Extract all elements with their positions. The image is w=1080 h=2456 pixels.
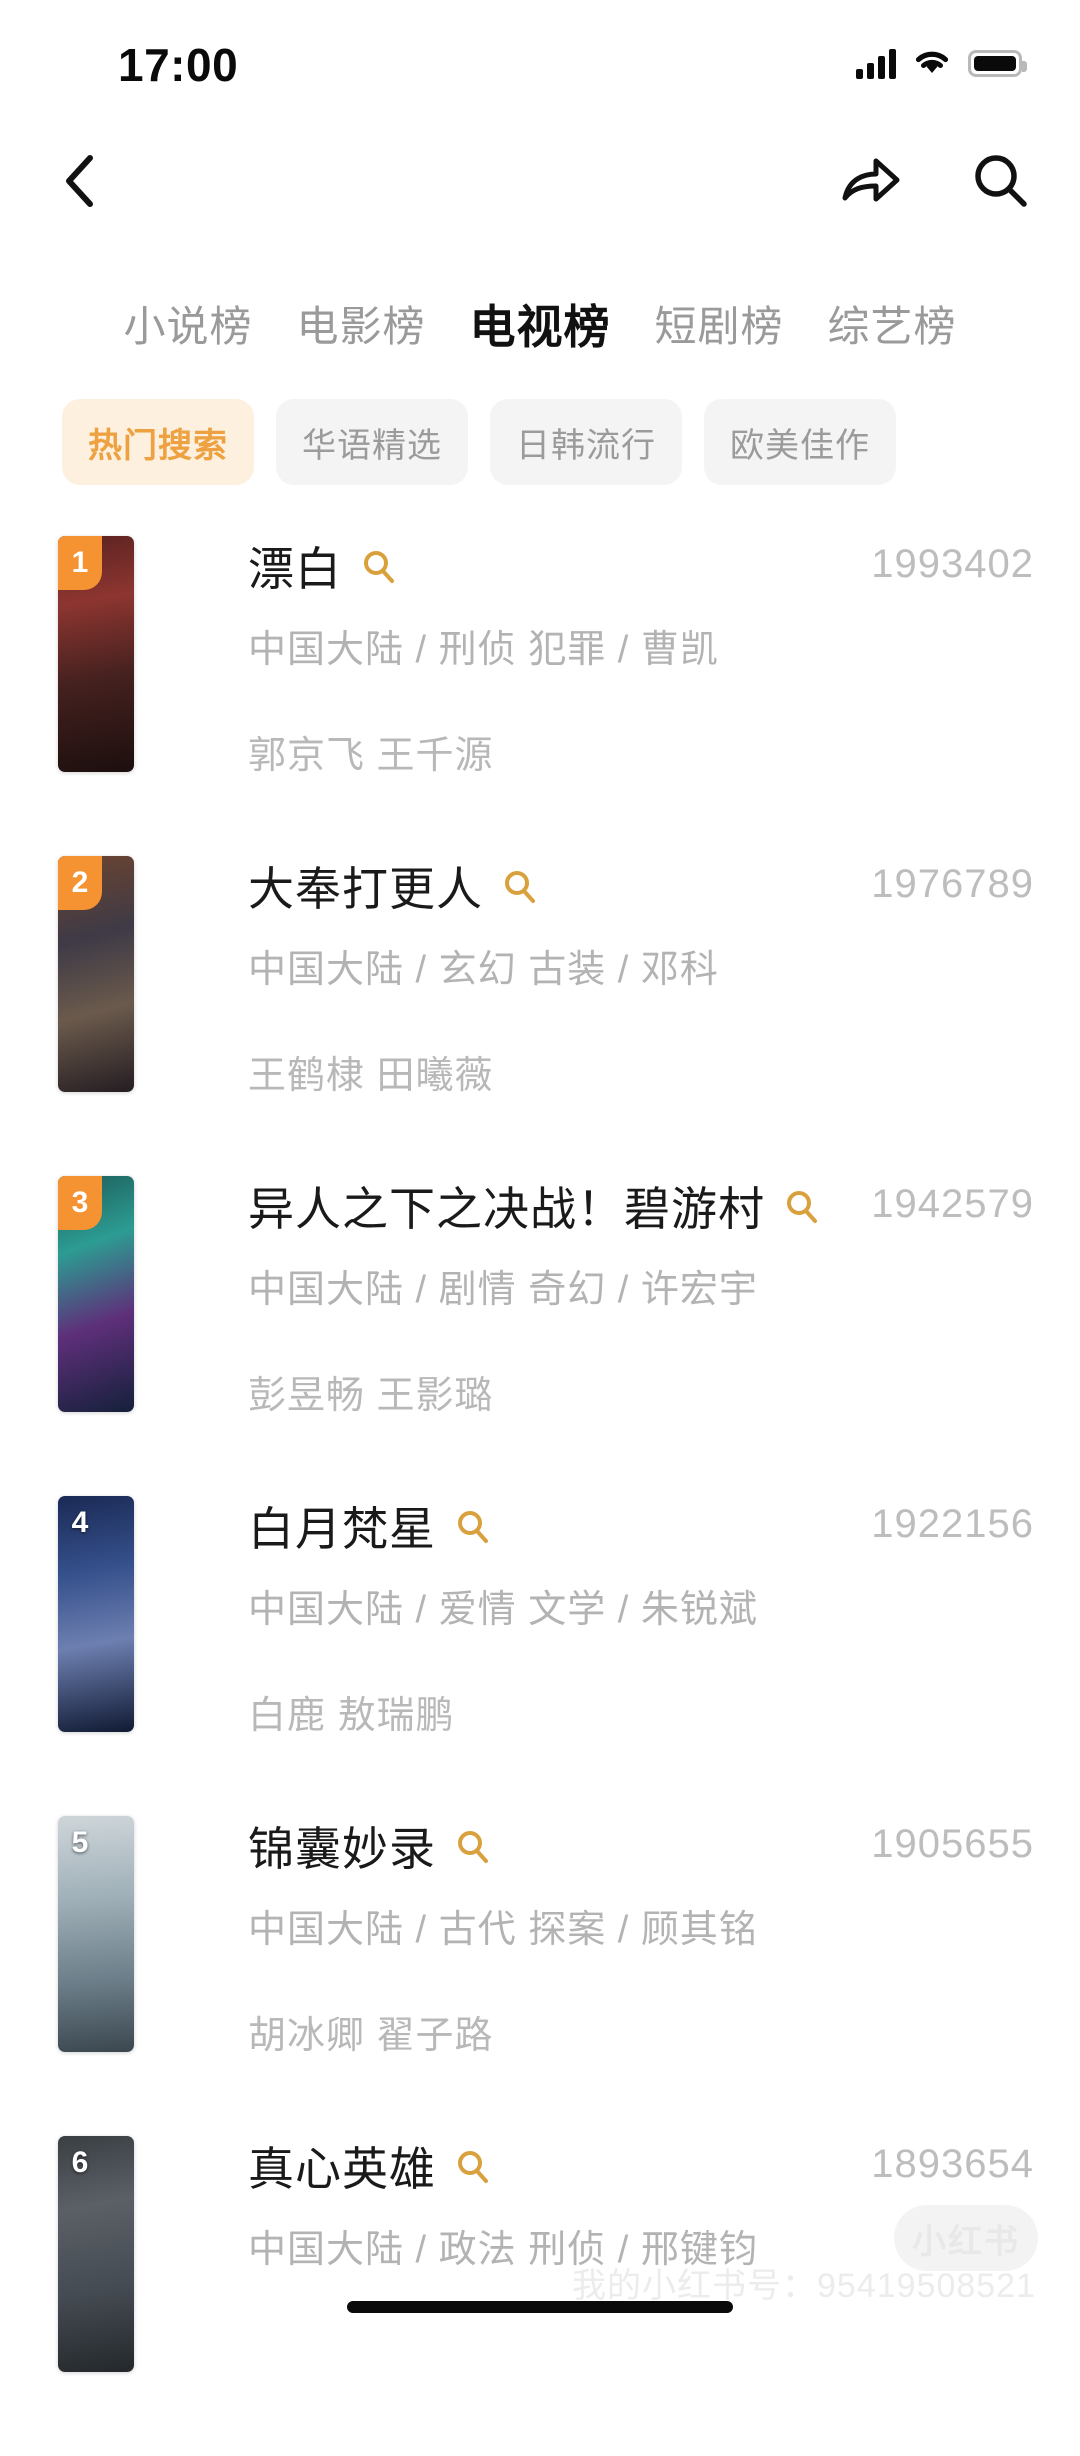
item-cast: 胡冰卿 翟子路	[248, 2015, 494, 2057]
filter-chip-2[interactable]: 华语精选	[276, 399, 468, 485]
tab-1[interactable]: 小说榜	[123, 306, 252, 348]
battery-full-icon	[968, 50, 1027, 77]
item-details: 大奉打更人中国大陆 / 玄幻 古装 / 邓科 王鹤棣 田曦薇 1976789	[248, 856, 1080, 1097]
item-title[interactable]: 锦囊妙录	[248, 1826, 436, 1872]
item-tags: 中国大陆 / 玄幻 古装 / 邓科	[248, 949, 719, 991]
back-button[interactable]	[44, 148, 114, 218]
item-title[interactable]: 白月梵星	[248, 1506, 436, 1552]
rank-badge: 1	[58, 536, 102, 590]
status-bar: 17:00	[0, 0, 1080, 120]
item-heat-count: 1893654	[871, 2142, 1034, 2186]
poster-thumbnail[interactable]: 3	[58, 1176, 134, 1412]
top-navigation-bar	[0, 130, 1080, 240]
item-title[interactable]: 真心英雄	[248, 2146, 436, 2192]
item-tags: 中国大陆 / 爱情 文学 / 朱锐斌	[248, 1589, 758, 1631]
search-icon[interactable]	[501, 868, 539, 911]
item-cast: 彭昱畅 王影璐	[248, 1375, 494, 1417]
search-icon[interactable]	[454, 1828, 492, 1871]
item-details: 真心英雄 中国大陆 / 政法 刑侦 / 邢键钧 1893654	[248, 2136, 1080, 2271]
search-icon[interactable]	[454, 1508, 492, 1551]
item-details: 白月梵星中国大陆 / 爱情 文学 / 朱锐斌 白鹿 敖瑞鹏 1922156	[248, 1496, 1080, 1737]
search-button[interactable]	[966, 148, 1036, 218]
rank-badge: 5	[71, 1826, 89, 1859]
filter-chip-1[interactable]: 热门搜索	[62, 399, 254, 485]
ranking-list-item[interactable]: 3 异人之下之决战！碧游村中国大陆 / 剧情 奇幻 / 许宏宇 彭昱畅 王影璐 194…	[0, 1176, 1080, 1496]
chevron-left-icon	[60, 153, 98, 214]
filter-chip-row: 热门搜索 华语精选 日韩流行 欧美佳作	[62, 398, 1022, 486]
status-bar-indicators	[856, 46, 1027, 81]
item-heat-count: 1993402	[871, 542, 1034, 586]
item-tags: 中国大陆 / 古代 探案 / 顾其铭	[248, 1909, 758, 1951]
search-icon[interactable]	[454, 2148, 492, 2191]
ranking-list-item[interactable]: 5 锦囊妙录中国大陆 / 古代 探案 / 顾其铭 胡冰卿 翟子路 1905655	[0, 1816, 1080, 2136]
item-cast: 郭京飞 王千源	[248, 735, 494, 777]
filter-chip-4[interactable]: 欧美佳作	[704, 399, 896, 485]
item-tags: 中国大陆 / 剧情 奇幻 / 许宏宇	[248, 1269, 758, 1311]
tab-2[interactable]: 电影榜	[296, 306, 425, 348]
poster-thumbnail[interactable]: 4	[58, 1496, 134, 1732]
share-arrow-icon	[840, 154, 902, 213]
signal-bars-icon	[856, 48, 896, 79]
ranking-list-item[interactable]: 2 大奉打更人中国大陆 / 玄幻 古装 / 邓科 王鹤棣 田曦薇 1976789	[0, 856, 1080, 1176]
wifi-icon	[912, 46, 952, 81]
status-bar-time: 17:00	[118, 39, 239, 91]
item-heat-count: 1922156	[871, 1502, 1034, 1546]
item-heat-count: 1976789	[871, 862, 1034, 906]
ranking-list: 1 漂白中国大陆 / 刑侦 犯罪 / 曹凯 郭京飞 王千源 1993402 2 大奉打更人…	[0, 536, 1080, 2456]
ranking-category-tabs: 小说榜 电影榜 电视榜 短剧榜 综艺榜	[0, 288, 1080, 366]
rank-badge: 6	[71, 2146, 89, 2179]
rank-badge: 2	[58, 856, 102, 910]
item-cast: 王鹤棣 田曦薇	[248, 1055, 494, 1097]
ranking-list-item[interactable]: 1 漂白中国大陆 / 刑侦 犯罪 / 曹凯 郭京飞 王千源 1993402	[0, 536, 1080, 856]
item-cast: 白鹿 敖瑞鹏	[248, 1695, 455, 1737]
poster-thumbnail[interactable]: 2	[58, 856, 134, 1092]
item-details: 漂白中国大陆 / 刑侦 犯罪 / 曹凯 郭京飞 王千源 1993402	[248, 536, 1080, 777]
item-heat-count: 1942579	[871, 1182, 1034, 1226]
nav-actions	[836, 148, 1036, 218]
account-id-watermark: 我的小红书号：95419508521	[571, 2267, 1036, 2305]
search-icon[interactable]	[783, 1188, 821, 1231]
ranking-list-item[interactable]: 4 白月梵星中国大陆 / 爱情 文学 / 朱锐斌 白鹿 敖瑞鹏 1922156	[0, 1496, 1080, 1816]
filter-chip-3[interactable]: 日韩流行	[490, 399, 682, 485]
item-details: 异人之下之决战！碧游村中国大陆 / 剧情 奇幻 / 许宏宇 彭昱畅 王影璐 1942…	[248, 1176, 1080, 1417]
home-indicator[interactable]	[347, 2301, 733, 2313]
item-title[interactable]: 漂白	[248, 546, 342, 592]
search-icon[interactable]	[360, 548, 398, 591]
rank-badge: 3	[58, 1176, 102, 1230]
item-tags: 中国大陆 / 刑侦 犯罪 / 曹凯	[248, 629, 719, 671]
poster-thumbnail[interactable]: 1	[58, 536, 134, 772]
rank-badge: 4	[71, 1506, 89, 1539]
item-title[interactable]: 大奉打更人	[248, 866, 483, 912]
item-title[interactable]: 异人之下之决战！碧游村	[248, 1186, 765, 1232]
tab-4[interactable]: 短剧榜	[655, 306, 784, 348]
item-heat-count: 1905655	[871, 1822, 1034, 1866]
item-details: 锦囊妙录中国大陆 / 古代 探案 / 顾其铭 胡冰卿 翟子路 1905655	[248, 1816, 1080, 2057]
tab-3[interactable]: 电视榜	[470, 304, 611, 350]
poster-thumbnail[interactable]: 5	[58, 1816, 134, 2052]
search-icon	[972, 152, 1030, 215]
share-button[interactable]	[836, 148, 906, 218]
tab-5[interactable]: 综艺榜	[828, 306, 957, 348]
